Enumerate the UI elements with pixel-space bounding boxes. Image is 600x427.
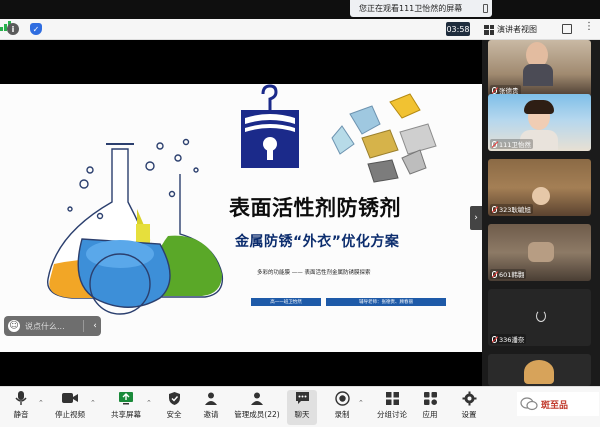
manage-members-button[interactable]: 管理成员(22) <box>234 390 280 425</box>
mic-muted-icon <box>492 86 497 94</box>
presenter-view-label: 演讲者视图 <box>497 25 537 34</box>
gear-icon <box>461 390 477 406</box>
participant-video <box>528 242 554 262</box>
shared-slide: 表面活性剂防锈剂 金属防锈“外衣”优化方案 多彩的功能膜 —— 表面活性剂金属防… <box>0 84 482 352</box>
meeting-toolbar: i ✓ 03:58 演讲者视图 ⋮ <box>0 19 600 40</box>
share-banner-text: 您正在观看111卫怡然的屏幕 <box>359 4 463 13</box>
meeting-controls: 静音 ⌃ 停止视频 ⌃ 共享屏幕 ⌃ 安全 邀请 管理成员(22) 聊天 录制 … <box>0 386 600 427</box>
mic-muted-icon <box>492 140 497 148</box>
mic-muted-icon <box>492 335 497 343</box>
participant-tile-partial[interactable] <box>488 354 591 386</box>
members-icon <box>249 390 265 406</box>
collapse-icon[interactable]: ‹ <box>89 321 101 331</box>
comment-divider <box>83 320 84 332</box>
slide-title: 表面活性剂防锈剂 <box>229 195 401 220</box>
panel-toggle-icon[interactable]: › <box>470 206 482 230</box>
stop-video-button[interactable]: 停止视频 <box>52 390 88 425</box>
banner-panel-icon[interactable] <box>483 4 488 13</box>
video-camera-icon <box>62 390 78 406</box>
invite-button[interactable]: 邀请 <box>199 390 223 425</box>
grid-icon <box>484 24 494 35</box>
emoji-icon[interactable]: ☺ <box>8 320 20 332</box>
chat-bubble-icon <box>294 390 310 406</box>
record-options-caret-icon[interactable]: ⌃ <box>358 399 364 407</box>
participant-name: 323耿毓旭 <box>490 204 533 214</box>
participant-tile[interactable]: 张德贵 <box>488 40 591 97</box>
hanger-logo <box>241 84 299 168</box>
mic-muted-icon <box>492 270 497 278</box>
wechat-icon <box>520 397 538 411</box>
breakout-rooms-icon <box>384 390 400 406</box>
slide-teacher-label: 辅导老师：张德贵、顾春丽 <box>326 298 446 306</box>
presenter-view-button[interactable]: 演讲者视图 <box>484 22 549 37</box>
apps-button[interactable]: 应用 <box>418 390 442 425</box>
slide-tagline: 多彩的功能膜 —— 表面活性剂金属防锈膜探索 <box>257 270 371 276</box>
slide-subtitle: 金属防锈“外衣”优化方案 <box>235 234 400 250</box>
participant-tile[interactable]: 323耿毓旭 <box>488 159 591 216</box>
share-banner[interactable]: 您正在观看111卫怡然的屏幕 <box>350 0 492 17</box>
participant-video <box>524 360 554 384</box>
metal-ores-illustration <box>331 93 437 183</box>
microphone-icon <box>13 390 29 406</box>
security-button[interactable]: 安全 <box>162 390 186 425</box>
slide-letterbox-top <box>0 40 482 84</box>
record-button[interactable]: 录制 <box>330 390 354 425</box>
invite-user-icon <box>203 390 219 406</box>
participant-name: 111卫怡然 <box>490 139 533 149</box>
watermark: 斑至品 <box>517 392 599 416</box>
watermark-text: 斑至品 <box>541 400 569 411</box>
participant-name: 336潘奈 <box>490 334 527 344</box>
participant-tile[interactable]: 111卫怡然 <box>488 94 591 151</box>
mic-muted-icon <box>492 205 497 213</box>
slide-letterbox-bottom <box>0 352 482 386</box>
flask-illustration <box>47 138 224 315</box>
video-options-caret-icon[interactable]: ⌃ <box>90 399 96 407</box>
breakout-button[interactable]: 分组讨论 <box>374 390 410 425</box>
participant-video <box>532 187 550 205</box>
shield-check-icon <box>166 390 182 406</box>
info-icon[interactable]: i <box>7 23 19 35</box>
meeting-window: 您正在观看111卫怡然的屏幕 i ✓ 03:58 演讲者视图 ⋮ 表面活性剂防锈… <box>0 0 600 427</box>
comment-placeholder: 说点什么... <box>25 321 65 331</box>
chat-button[interactable]: 聊天 <box>287 390 317 425</box>
top-bar-background <box>0 0 600 19</box>
shield-icon[interactable]: ✓ <box>30 23 42 35</box>
meeting-timer: 03:58 <box>446 22 470 36</box>
mute-options-caret-icon[interactable]: ⌃ <box>38 399 44 407</box>
fullscreen-icon[interactable] <box>562 24 572 34</box>
apps-icon <box>422 390 438 406</box>
participant-tile[interactable]: 601韩翾 <box>488 224 591 281</box>
share-screen-button[interactable]: 共享屏幕 <box>108 390 144 425</box>
share-options-caret-icon[interactable]: ⌃ <box>146 399 152 407</box>
settings-button[interactable]: 设置 <box>457 390 481 425</box>
participant-tile[interactable]: 336潘奈 <box>488 289 591 346</box>
share-screen-icon <box>118 390 134 406</box>
participant-video <box>524 100 554 114</box>
participant-video <box>523 64 553 86</box>
more-icon[interactable]: ⋮ <box>584 21 594 32</box>
comment-input[interactable]: ☺ 说点什么... ‹ <box>4 316 101 336</box>
loading-icon <box>536 310 546 322</box>
slide-class-label: 高一一班卫怡然 <box>251 298 321 306</box>
mute-button[interactable]: 静音 <box>8 390 34 425</box>
record-icon <box>334 390 350 406</box>
participant-name: 601韩翾 <box>490 269 527 279</box>
